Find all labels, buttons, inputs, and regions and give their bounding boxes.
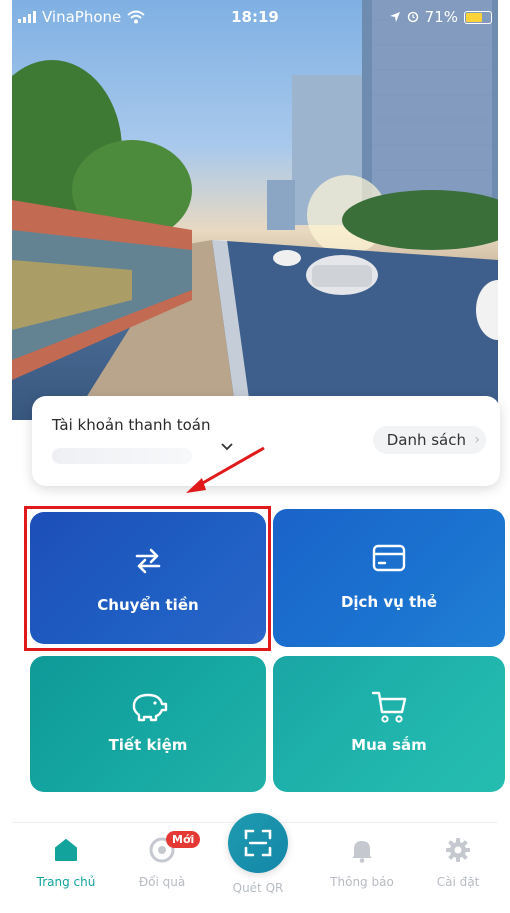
nav-home-label: Trang chủ [36,875,96,889]
nav-gift-label: Đổi quà [138,875,186,889]
status-bar: VinaPhone 18:19 71% [0,0,510,34]
chevron-right-icon: › [474,432,480,448]
bell-icon [352,841,372,863]
nav-qr-scan[interactable]: Quét QR [218,813,298,895]
annotation-arrow [186,446,265,493]
nav-settings[interactable]: Cài đặt [418,833,498,889]
account-number-masked [52,448,192,464]
savings-tile[interactable]: Tiết kiệm [30,656,266,792]
highlight-annotation-box [24,506,271,651]
nav-settings-label: Cài đặt [436,875,480,889]
home-icon [55,839,77,861]
hero-banner-image [12,0,498,420]
gear-icon [446,838,470,862]
shopping-label: Mua sắm [351,736,427,754]
account-list-button[interactable]: Danh sách › [372,426,486,454]
card-service-tile[interactable]: Dịch vụ thẻ [273,509,505,647]
nav-gift[interactable]: Mới Đổi quà [122,831,202,889]
nav-notifications[interactable]: Thông báo [322,833,402,889]
qr-scan-icon [244,829,272,857]
nav-home[interactable]: Trang chủ [26,833,106,889]
shopping-cart-icon [371,691,407,723]
alarm-icon [407,11,418,23]
credit-card-icon [372,544,406,572]
shopping-tile[interactable]: Mua sắm [273,656,505,792]
piggy-bank-icon [132,693,168,722]
battery-icon [464,10,492,24]
savings-label: Tiết kiệm [108,736,188,754]
nav-qr-label: Quét QR [232,881,284,895]
nav-notifications-label: Thông báo [330,875,394,889]
status-right: 71% [389,8,492,26]
qr-scan-button[interactable] [228,813,288,873]
location-icon [389,12,400,22]
account-list-label: Danh sách [386,431,466,449]
card-service-label: Dịch vụ thẻ [340,593,438,611]
account-label: Tài khoản thanh toán [52,416,211,434]
bottom-nav-bar: Trang chủ Mới Đổi quà Quét QR Thông báo … [12,813,498,913]
city-street-illustration [12,0,498,420]
battery-percent: 71% [424,8,458,26]
new-badge: Mới [166,831,201,848]
